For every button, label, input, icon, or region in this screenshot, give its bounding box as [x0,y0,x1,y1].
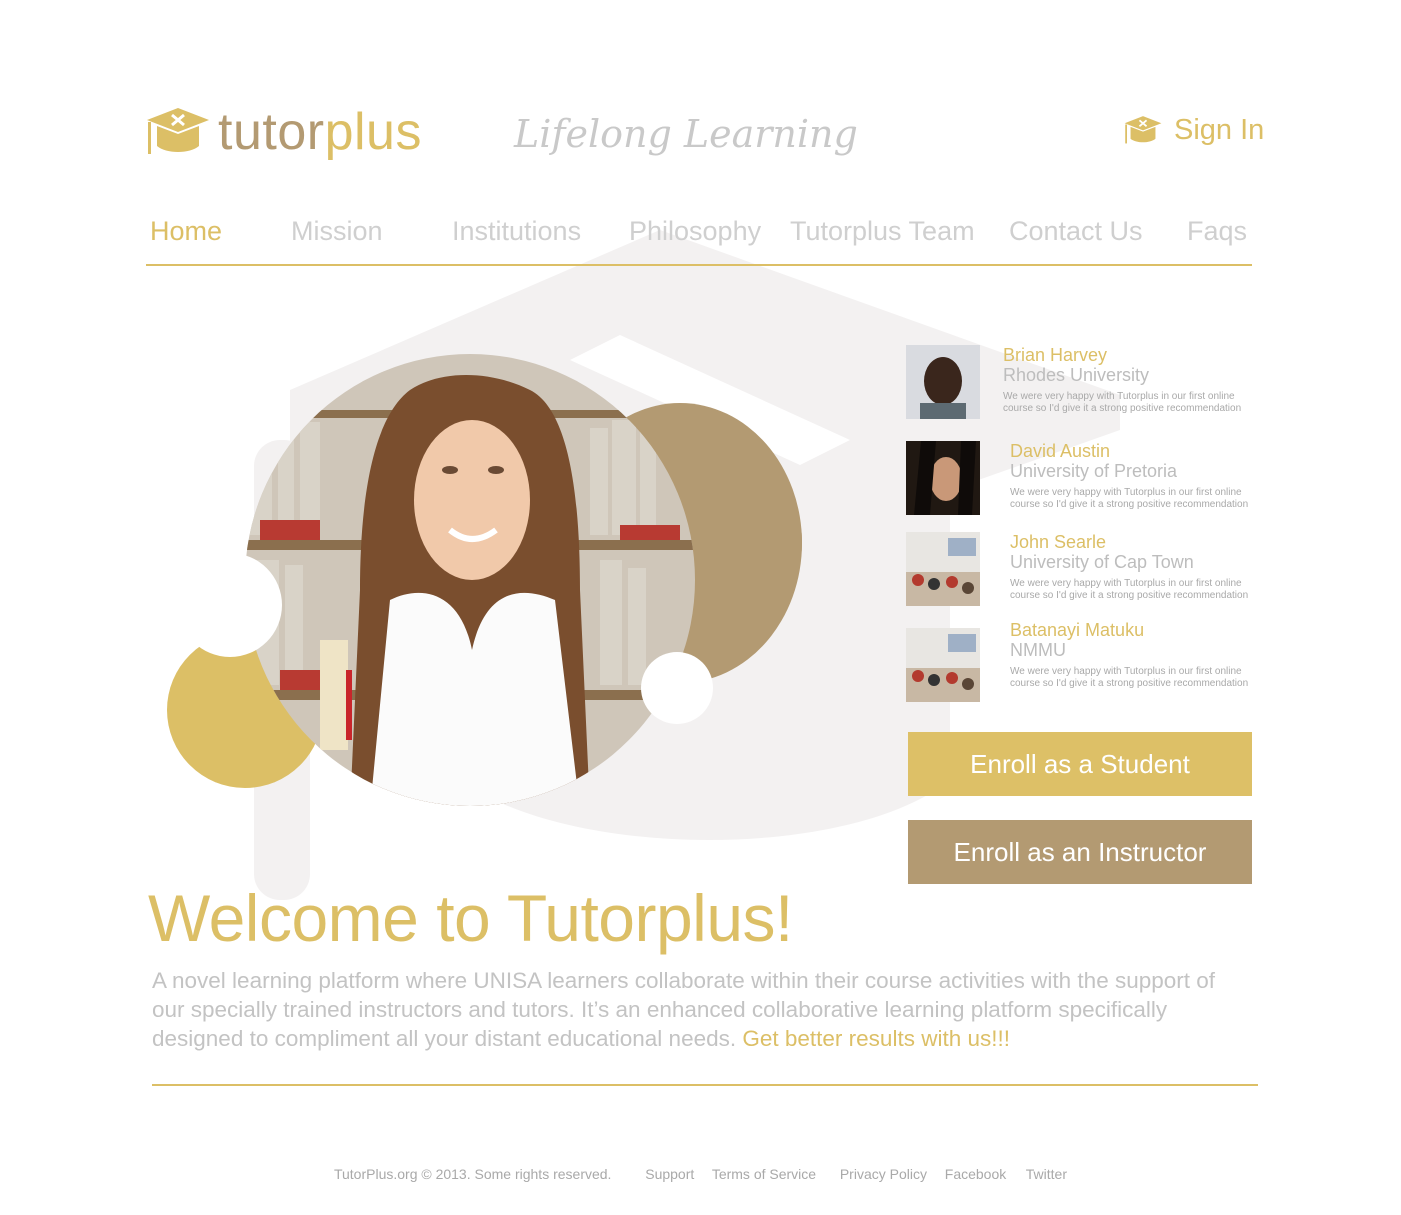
brand-part-2: plus [324,103,422,161]
intro-highlight: Get better results with us!!! [742,1026,1010,1051]
footer-link-facebook[interactable]: Facebook [945,1166,1006,1182]
brand-part-1: tutor [218,103,325,161]
testimonial-institution: NMMU [1010,640,1066,660]
graduation-cap-icon [1124,115,1162,143]
nav-item-institutions[interactable]: Institutions [452,216,581,247]
testimonial-institution: Rhodes University [1003,365,1150,385]
footer: TutorPlus.org © 2013. Some rights reserv… [0,1166,1401,1182]
nav-item-mission[interactable]: Mission [291,216,383,247]
intro-paragraph: A novel learning platform where UNISA le… [152,966,1252,1053]
footer-copyright: TutorPlus.org © 2013. Some rights reserv… [333,1166,612,1182]
footer-link-privacy[interactable]: Privacy Policy [840,1166,927,1182]
testimonial-quote: We were very happy with Tutorplus in our… [1010,666,1249,689]
avatar [906,532,980,606]
avatar [906,628,980,702]
nav-item-tutorplus-team[interactable]: Tutorplus Team [790,216,975,247]
testimonial-name: Brian Harvey [1003,345,1108,365]
hero-image [167,354,802,806]
tagline: Lifelong Learning [514,112,858,156]
avatar [906,441,980,515]
welcome-heading: Welcome to Tutorplus! [148,881,793,955]
avatar [906,345,980,419]
testimonial-quote: We were very happy with Tutorplus in our… [1003,391,1242,414]
nav-item-contact-us[interactable]: Contact Us [1009,216,1143,247]
testimonial-name: John Searle [1010,532,1107,552]
footer-link-terms[interactable]: Terms of Service [712,1166,816,1182]
footer-link-twitter[interactable]: Twitter [1026,1166,1067,1182]
graduation-cap-icon [147,108,209,154]
testimonial-name: David Austin [1010,441,1111,461]
intro-text: A novel learning platform where UNISA le… [152,968,1216,1051]
nav-item-faqs[interactable]: Faqs [1187,216,1247,247]
enroll-instructor-button[interactable]: Enroll as an Instructor [908,820,1252,884]
sign-in-link[interactable]: Sign In [1124,114,1264,147]
sign-in-label: Sign In [1174,114,1265,146]
footer-link-support[interactable]: Support [645,1166,694,1182]
divider [152,1084,1258,1086]
testimonial-institution: University of Pretoria [1010,461,1178,481]
brand-logo[interactable]: tutorplus [218,100,422,164]
testimonial-quote: We were very happy with Tutorplus in our… [1010,578,1249,601]
testimonial-name: Batanayi Matuku [1010,620,1145,640]
main-nav: Home Mission Institutions Philosophy Tut… [146,216,1252,266]
testimonial-institution: University of Cap Town [1010,552,1194,572]
enroll-student-button[interactable]: Enroll as a Student [908,732,1252,796]
nav-item-philosophy[interactable]: Philosophy [629,216,761,247]
testimonial-quote: We were very happy with Tutorplus in our… [1010,487,1249,510]
nav-item-home[interactable]: Home [150,216,222,247]
